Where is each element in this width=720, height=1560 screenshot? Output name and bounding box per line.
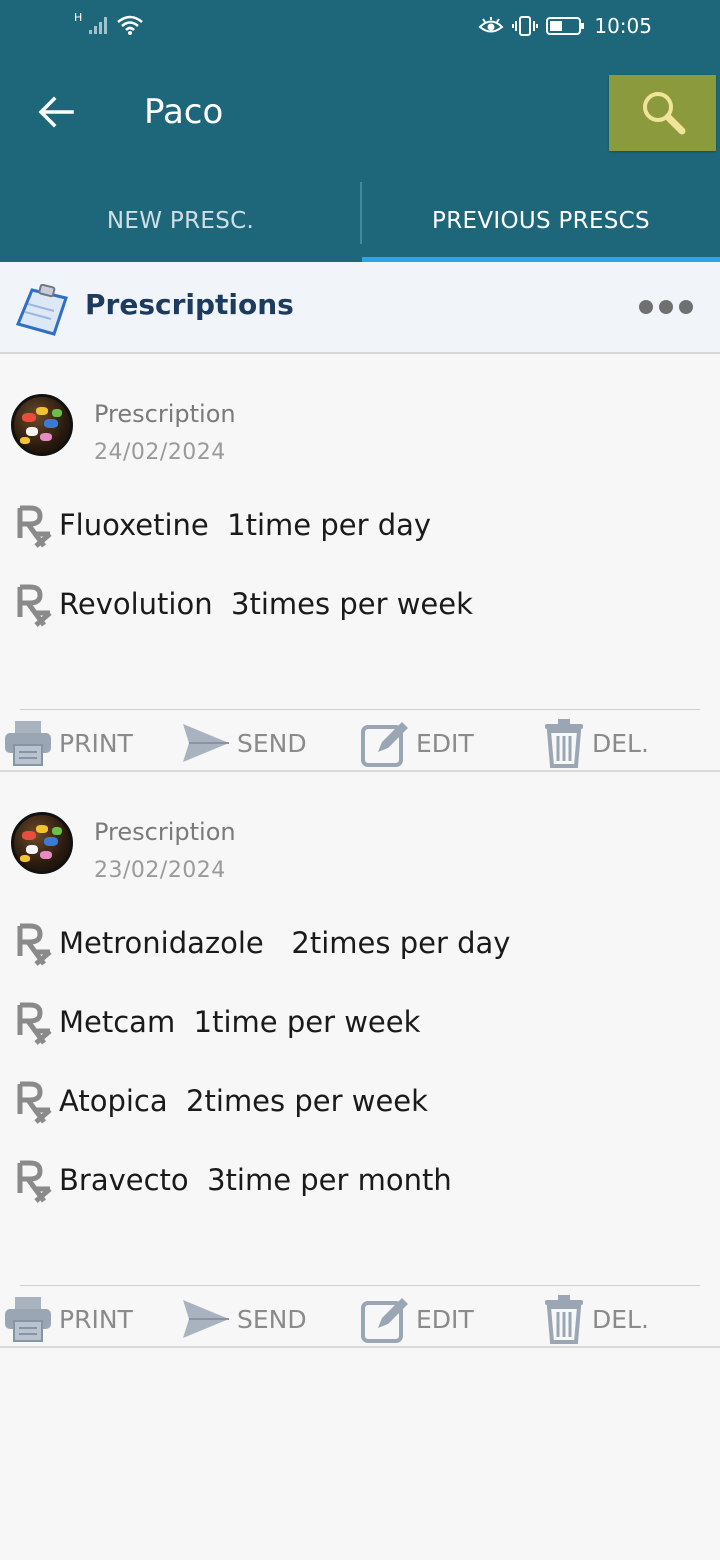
medication-row: Metronidazole 2times per day bbox=[0, 918, 720, 978]
print-label: PRINT bbox=[59, 1304, 133, 1334]
actions-divider bbox=[20, 1285, 700, 1286]
medication-row: Atopica 2times per week bbox=[0, 1076, 720, 1136]
card-actions: PRINT SEND EDIT DEL. bbox=[0, 1285, 720, 1347]
wifi-icon bbox=[117, 15, 144, 35]
actions-divider bbox=[20, 709, 700, 710]
prescription-label: Prescription bbox=[94, 400, 236, 428]
prescription-date: 24/02/2024 bbox=[94, 440, 226, 465]
edit-icon bbox=[361, 1298, 408, 1343]
medication-row: Revolution 3times per week bbox=[0, 579, 720, 639]
top-bar: H 10:05 Paco NEW PRESC. PREVIOUS PRESCS bbox=[0, 0, 720, 262]
send-label: SEND bbox=[237, 1304, 307, 1334]
medication-text: Fluoxetine 1time per day bbox=[59, 508, 432, 542]
edit-icon bbox=[361, 722, 408, 767]
search-icon bbox=[642, 92, 685, 135]
send-icon bbox=[183, 724, 229, 762]
medication-text: Atopica 2times per week bbox=[59, 1084, 428, 1118]
medication-row: Fluoxetine 1time per day bbox=[0, 500, 720, 560]
more-dot-icon bbox=[639, 300, 653, 314]
section-title: Prescriptions bbox=[85, 288, 294, 321]
prescription-card[interactable]: Prescription 24/02/2024 Fluoxetine 1time… bbox=[0, 354, 720, 772]
signal-icon bbox=[89, 17, 108, 34]
patient-name-title: Paco bbox=[144, 92, 224, 132]
more-dot-icon bbox=[679, 300, 693, 314]
tab-bar: NEW PRESC. PREVIOUS PRESCS bbox=[0, 180, 720, 262]
back-button[interactable] bbox=[32, 88, 80, 136]
prescription-card[interactable]: Prescription 23/02/2024 Metronidazole 2t… bbox=[0, 772, 720, 1348]
edit-button[interactable]: EDIT bbox=[360, 717, 474, 769]
tab-previous-prescs[interactable]: PREVIOUS PRESCS bbox=[362, 180, 720, 262]
print-button[interactable]: PRINT bbox=[3, 717, 133, 769]
medication-text: Revolution 3times per week bbox=[59, 587, 473, 621]
medication-text: Metcam 1time per week bbox=[59, 1005, 421, 1039]
edit-button[interactable]: EDIT bbox=[360, 1293, 474, 1345]
tab-new-presc[interactable]: NEW PRESC. bbox=[0, 180, 361, 262]
more-dot-icon bbox=[659, 300, 673, 314]
printer-icon bbox=[5, 1297, 51, 1342]
pills-avatar-icon bbox=[11, 812, 73, 874]
status-time: 10:05 bbox=[594, 14, 652, 38]
prescription-label: Prescription bbox=[94, 818, 236, 846]
battery-icon bbox=[546, 17, 585, 35]
send-icon bbox=[183, 1300, 229, 1338]
delete-button[interactable]: DEL. bbox=[542, 1293, 649, 1345]
rx-icon bbox=[17, 1160, 52, 1203]
delete-label: DEL. bbox=[592, 728, 649, 758]
more-options-button[interactable] bbox=[636, 292, 696, 322]
search-button[interactable] bbox=[609, 75, 716, 151]
medication-row: Metcam 1time per week bbox=[0, 997, 720, 1057]
medication-text: Bravecto 3time per month bbox=[59, 1163, 452, 1197]
prescription-date: 23/02/2024 bbox=[94, 858, 226, 883]
rx-icon bbox=[17, 1002, 52, 1045]
edit-label: EDIT bbox=[416, 728, 474, 758]
section-header: Prescriptions bbox=[0, 262, 720, 354]
printer-icon bbox=[5, 721, 51, 766]
back-arrow-icon bbox=[38, 96, 74, 128]
card-actions: PRINT SEND EDIT DEL. bbox=[0, 709, 720, 771]
medication-row: Bravecto 3time per month bbox=[0, 1155, 720, 1215]
rx-icon bbox=[17, 1081, 52, 1124]
delete-label: DEL. bbox=[592, 1304, 649, 1334]
send-button[interactable]: SEND bbox=[181, 1293, 307, 1345]
send-button[interactable]: SEND bbox=[181, 717, 307, 769]
trash-icon bbox=[545, 1295, 583, 1344]
pills-avatar-icon bbox=[11, 394, 73, 456]
delete-button[interactable]: DEL. bbox=[542, 717, 649, 769]
eye-comfort-icon bbox=[478, 17, 504, 33]
rx-icon bbox=[17, 505, 52, 548]
edit-label: EDIT bbox=[416, 1304, 474, 1334]
medication-text: Metronidazole 2times per day bbox=[59, 926, 511, 960]
network-type-label: H bbox=[74, 10, 83, 24]
print-label: PRINT bbox=[59, 728, 133, 758]
status-bar: H 10:05 bbox=[0, 0, 720, 56]
app-bar: Paco bbox=[0, 56, 720, 180]
print-button[interactable]: PRINT bbox=[3, 1293, 133, 1345]
rx-icon bbox=[17, 584, 52, 627]
rx-icon bbox=[17, 923, 52, 966]
vibrate-icon bbox=[512, 16, 539, 36]
trash-icon bbox=[545, 719, 583, 768]
send-label: SEND bbox=[237, 728, 307, 758]
clipboard-icon bbox=[15, 284, 68, 336]
